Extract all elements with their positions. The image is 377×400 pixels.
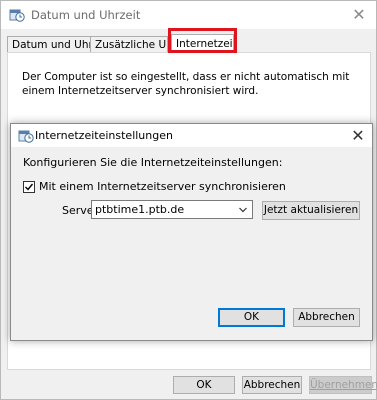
window-titlebar[interactable]: Datum und Uhrzeit ✕	[1, 1, 376, 29]
clock-calendar-icon	[9, 9, 25, 22]
sync-checkbox-label[interactable]: Mit einem Internetzeitserver synchronisi…	[39, 180, 286, 193]
tab-label: Zusätzliche Uhren	[95, 39, 167, 51]
internet-time-settings-dialog: Internetzeiteinstellungen ✕ Konfiguriere…	[10, 123, 373, 341]
dialog-ok-button[interactable]: OK	[218, 308, 285, 327]
tab-zusaetzliche-uhren[interactable]: Zusätzliche Uhren	[90, 36, 168, 52]
checkmark-icon	[25, 183, 34, 191]
dialog-cancel-button[interactable]: Abbrechen	[293, 308, 360, 327]
cancel-button-label: Abbrechen	[243, 379, 301, 391]
dialog-instructions: Konfigurieren Sie die Internetzeiteinste…	[23, 156, 283, 169]
sync-status-text: Der Computer ist so eingestellt, dass er…	[22, 71, 350, 97]
apply-button[interactable]: Übernehmen	[309, 376, 377, 394]
update-now-button[interactable]: Jetzt aktualisieren	[262, 201, 360, 220]
dialog-titlebar[interactable]: Internetzeiteinstellungen ✕	[11, 124, 372, 147]
server-value: ptbtime1.ptb.de	[95, 203, 185, 216]
tab-label: Datum und Uhrzeit	[12, 39, 91, 51]
close-icon[interactable]: ✕	[346, 124, 370, 147]
close-icon[interactable]: ✕	[346, 3, 372, 27]
highlight-box	[168, 28, 237, 53]
cancel-button[interactable]: Abbrechen	[242, 376, 302, 394]
chevron-down-icon[interactable]	[238, 204, 248, 215]
ok-button[interactable]: OK	[173, 376, 235, 394]
dialog-title: Internetzeiteinstellungen	[35, 129, 173, 142]
tab-datum-und-uhrzeit[interactable]: Datum und Uhrzeit	[7, 36, 91, 52]
clock-calendar-icon	[18, 130, 34, 143]
update-now-button-label: Jetzt aktualisieren	[263, 204, 359, 216]
dialog-ok-button-label: OK	[243, 311, 260, 323]
apply-button-label: Übernehmen	[310, 379, 377, 391]
dialog-cancel-button-label: Abbrechen	[298, 311, 355, 323]
window-title: Datum und Uhrzeit	[31, 8, 141, 22]
server-dropdown[interactable]: ptbtime1.ptb.de	[91, 200, 253, 219]
ok-button-label: OK	[196, 379, 212, 391]
sync-checkbox[interactable]	[23, 181, 35, 193]
